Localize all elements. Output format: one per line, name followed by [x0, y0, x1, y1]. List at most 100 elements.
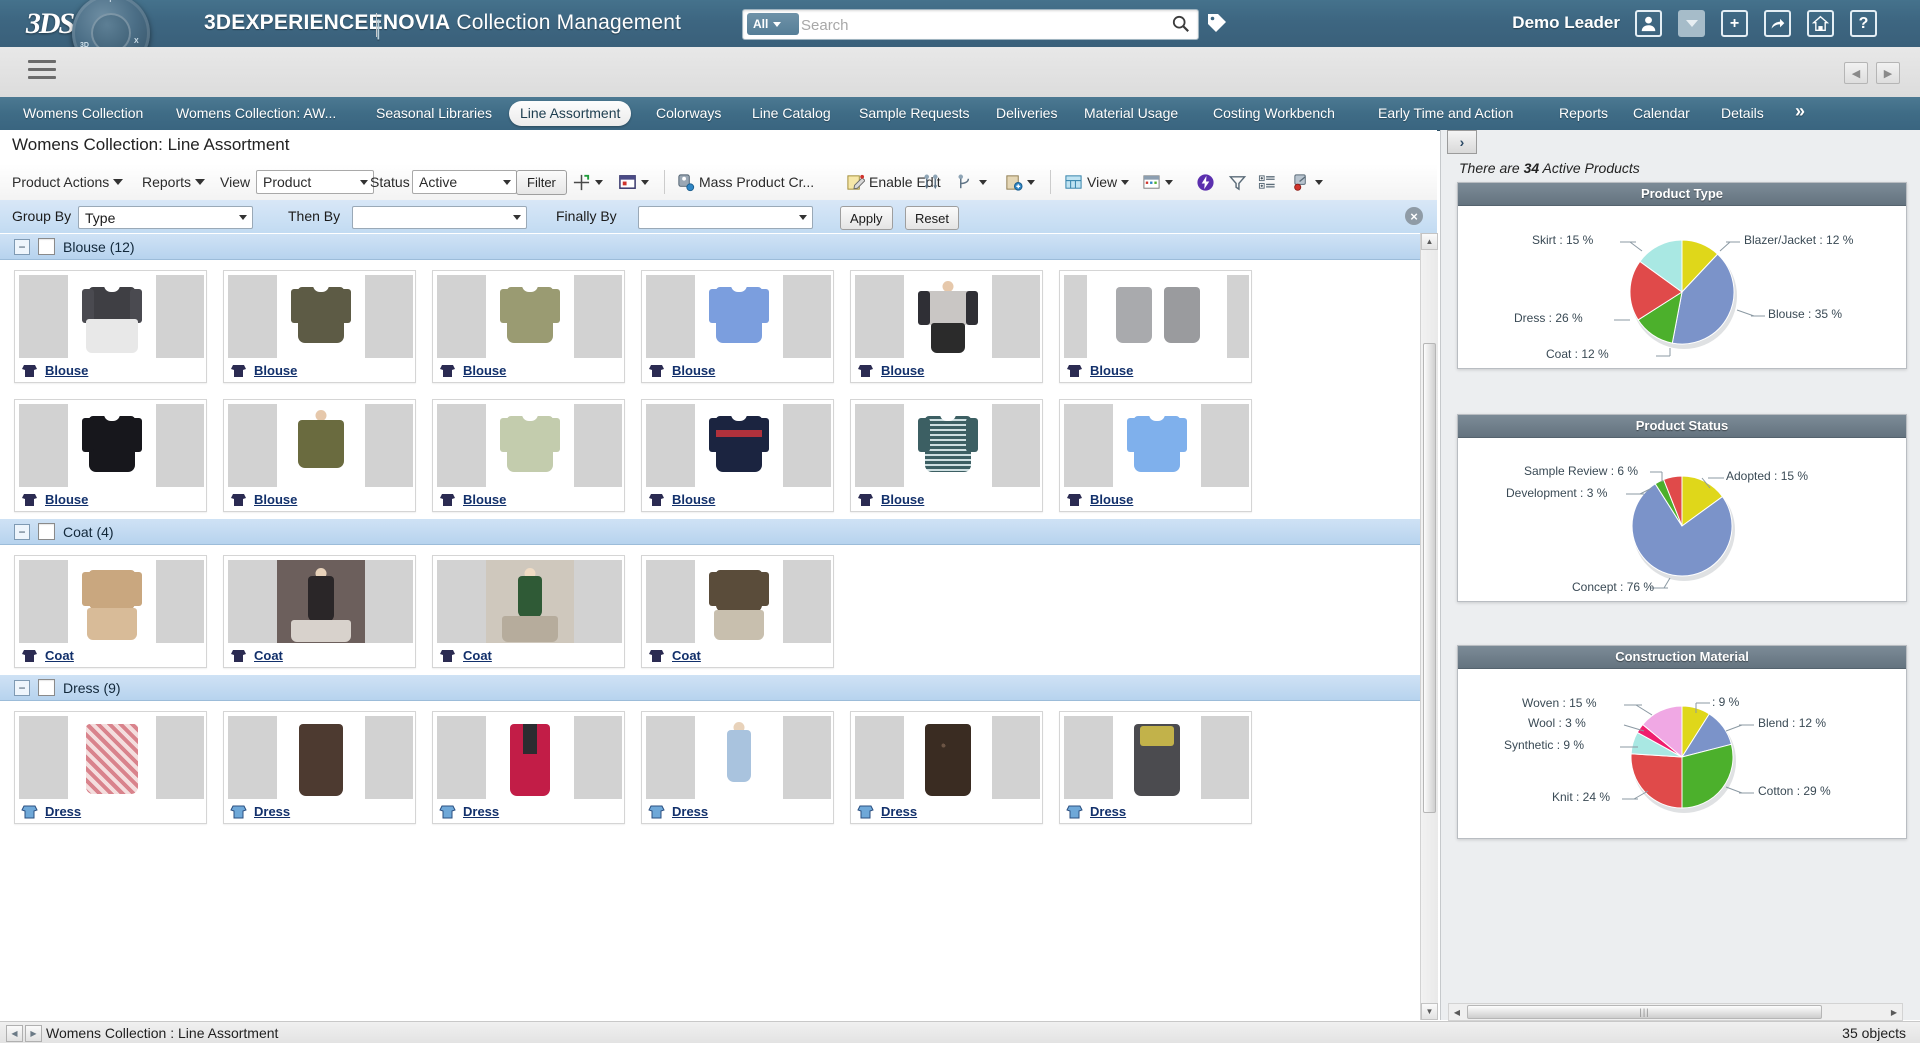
filter-funnel-tool[interactable]: [1228, 164, 1247, 200]
product-link[interactable]: Dress: [45, 804, 81, 819]
help-icon[interactable]: ?: [1850, 10, 1877, 37]
group-header-dress[interactable]: − Dress (9): [0, 674, 1420, 701]
scrollbar-thumb[interactable]: [1423, 343, 1436, 813]
user-avatar-icon[interactable]: [1635, 10, 1662, 37]
tab-early-time-and-action[interactable]: Early Time and Action: [1367, 101, 1524, 126]
product-card-label[interactable]: Dress: [21, 803, 81, 819]
product-card-label[interactable]: Dress: [648, 803, 708, 819]
product-card-label[interactable]: Coat: [230, 647, 283, 663]
product-card[interactable]: Coat: [223, 555, 416, 668]
product-link[interactable]: Blouse: [672, 363, 715, 378]
product-card-label[interactable]: Blouse: [21, 491, 88, 507]
product-card[interactable]: Blouse: [223, 270, 416, 383]
view-select-wrap[interactable]: Product: [256, 164, 374, 200]
view-menu-button[interactable]: View: [1064, 164, 1130, 200]
product-card[interactable]: Blouse: [850, 399, 1043, 512]
export-tool[interactable]: [1292, 164, 1323, 200]
product-card-label[interactable]: Coat: [439, 647, 492, 663]
tab-deliveries[interactable]: Deliveries: [985, 101, 1068, 126]
product-link[interactable]: Blouse: [463, 363, 506, 378]
product-card[interactable]: Dress: [641, 711, 834, 824]
product-card-label[interactable]: Blouse: [857, 491, 924, 507]
product-link[interactable]: Blouse: [463, 492, 506, 507]
tab-calendar[interactable]: Calendar: [1622, 101, 1701, 126]
collapse-icon[interactable]: −: [14, 679, 30, 696]
table-view-tool[interactable]: [618, 164, 649, 200]
product-link[interactable]: Coat: [45, 648, 74, 663]
close-group-bar-icon[interactable]: ×: [1405, 207, 1423, 225]
finally-by-select[interactable]: [638, 206, 813, 229]
apply-button[interactable]: Apply: [840, 206, 893, 230]
product-card-label[interactable]: Dress: [230, 803, 290, 819]
product-card[interactable]: Blouse: [432, 399, 625, 512]
dassault-3ds-logo[interactable]: 3DS: [22, 4, 77, 44]
group-by-select[interactable]: Type: [78, 206, 253, 229]
product-card-label[interactable]: Blouse: [230, 491, 297, 507]
scroll-left-icon[interactable]: ◀: [1449, 1004, 1465, 1020]
product-card[interactable]: Blouse: [432, 270, 625, 383]
product-card-label[interactable]: Blouse: [439, 362, 506, 378]
product-link[interactable]: Blouse: [881, 363, 924, 378]
hamburger-menu-icon[interactable]: [28, 60, 56, 82]
tab-womens-collection[interactable]: Womens Collection: [12, 101, 154, 126]
scroll-up-icon[interactable]: ▲: [1421, 233, 1438, 250]
then-by-select[interactable]: [352, 206, 527, 229]
product-card-label[interactable]: Blouse: [439, 491, 506, 507]
search-scope-dropdown[interactable]: All: [747, 13, 799, 35]
breadcrumb-prev-icon[interactable]: ◀: [6, 1025, 23, 1042]
scrollbar-thumb[interactable]: |||: [1467, 1005, 1822, 1019]
tab-reports[interactable]: Reports: [1548, 101, 1619, 126]
product-link[interactable]: Dress: [463, 804, 499, 819]
product-card[interactable]: Dress: [223, 711, 416, 824]
product-card[interactable]: Blouse: [641, 399, 834, 512]
product-card-label[interactable]: Dress: [857, 803, 917, 819]
tab-details[interactable]: Details: [1710, 101, 1775, 126]
group-select-checkbox[interactable]: [38, 238, 55, 255]
product-card-label[interactable]: Blouse: [857, 362, 924, 378]
scroll-tabs-right-icon[interactable]: ▶: [1876, 62, 1900, 84]
product-link[interactable]: Coat: [463, 648, 492, 663]
product-card-label[interactable]: Blouse: [230, 362, 297, 378]
tab-seasonal-libraries[interactable]: Seasonal Libraries: [365, 101, 503, 126]
product-link[interactable]: Blouse: [45, 492, 88, 507]
product-link[interactable]: Dress: [881, 804, 917, 819]
add-icon[interactable]: +: [1721, 10, 1748, 37]
product-card[interactable]: Blouse: [223, 399, 416, 512]
product-link[interactable]: Blouse: [45, 363, 88, 378]
product-card-label[interactable]: Blouse: [648, 491, 715, 507]
list-settings-tool[interactable]: [1258, 164, 1277, 200]
search-icon[interactable]: [1172, 15, 1190, 33]
share-icon[interactable]: [1764, 10, 1791, 37]
collapse-icon[interactable]: −: [14, 238, 30, 255]
expand-collapse-tool[interactable]: [572, 164, 603, 200]
product-card-label[interactable]: Dress: [1066, 803, 1126, 819]
view-select[interactable]: Product: [256, 170, 374, 194]
product-link[interactable]: Dress: [672, 804, 708, 819]
product-card-label[interactable]: Blouse: [21, 362, 88, 378]
panel-horizontal-scrollbar[interactable]: ◀ ||| ▶: [1448, 1003, 1903, 1021]
tab-line-assortment[interactable]: Line Assortment: [509, 101, 632, 126]
product-link[interactable]: Blouse: [1090, 363, 1133, 378]
product-link[interactable]: Blouse: [881, 492, 924, 507]
group-select-checkbox[interactable]: [38, 679, 55, 696]
product-card[interactable]: Dress: [850, 711, 1043, 824]
reports-menu[interactable]: Reports: [142, 164, 206, 200]
product-card[interactable]: Blouse: [850, 270, 1043, 383]
tab-womens-collection-aw[interactable]: Womens Collection: AW...: [165, 101, 347, 126]
product-card-label[interactable]: Coat: [648, 647, 701, 663]
product-link[interactable]: Dress: [1090, 804, 1126, 819]
tab-material-usage[interactable]: Material Usage: [1073, 101, 1189, 126]
filter-button-wrap[interactable]: Filter: [516, 164, 567, 200]
product-card[interactable]: Coat: [641, 555, 834, 668]
product-link[interactable]: Coat: [254, 648, 283, 663]
tab-costing-workbench[interactable]: Costing Workbench: [1202, 101, 1346, 126]
calendar-tool[interactable]: [1142, 164, 1173, 200]
tab-sample-requests[interactable]: Sample Requests: [848, 101, 981, 126]
product-card[interactable]: Blouse: [641, 270, 834, 383]
tab-line-catalog[interactable]: Line Catalog: [741, 101, 842, 126]
product-link[interactable]: Coat: [672, 648, 701, 663]
product-card[interactable]: Dress: [1059, 711, 1252, 824]
scroll-tabs-left-icon[interactable]: ◀: [1844, 62, 1868, 84]
product-actions-menu[interactable]: Product Actions: [12, 164, 124, 200]
product-card[interactable]: Coat: [432, 555, 625, 668]
